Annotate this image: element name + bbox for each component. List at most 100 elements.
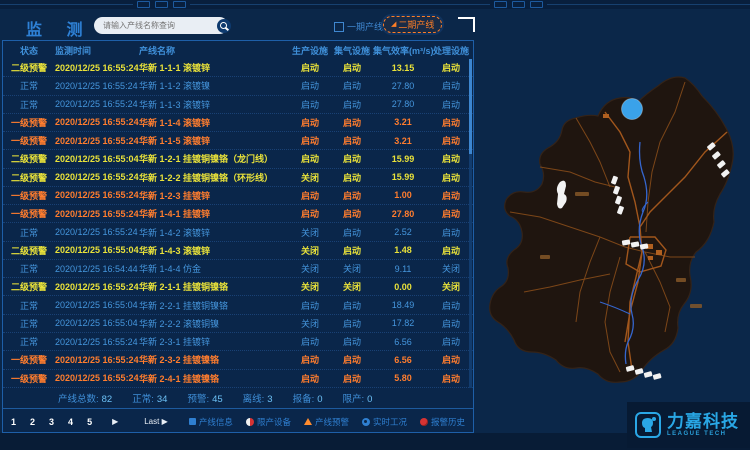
top-decoration-rects — [133, 1, 190, 8]
summary-label: 预警: — [187, 394, 209, 405]
table-row[interactable]: 二级预警2020/12/25 16:55:04华新 1-4-3 滚镀锌关闭启动1… — [3, 242, 473, 260]
cell-gas-collect: 启动 — [331, 134, 373, 147]
table-row[interactable]: 二级预警2020/12/25 16:55:24华新 1-1-1 滚镀锌启动启动1… — [3, 59, 473, 77]
district-map-svg — [480, 52, 748, 400]
summary-row: 产线总数:82正常:34预警:45离线:3报备:0限产:0 — [3, 388, 473, 408]
table-row[interactable]: 一级预警2020/12/25 16:55:24华新 2-3-2 挂镀镍铬启动启动… — [3, 351, 473, 369]
cell-time: 2020/12/25 16:55:24 — [55, 373, 139, 383]
cell-name: 华新 2-4-1 挂镀镍铬 — [139, 372, 289, 385]
table-row[interactable]: 正常2020/12/25 16:55:24华新 1-4-2 滚镀锌关闭启动2.5… — [3, 223, 473, 241]
cell-name: 华新 2-2-2 滚镀铜镍 — [139, 317, 289, 330]
page-button-3[interactable]: 3 — [49, 417, 54, 427]
table-row[interactable]: 正常2020/12/25 16:55:04华新 2-2-1 挂镀铜镍铬启动启动1… — [3, 296, 473, 314]
cell-treatment: 启动 — [433, 353, 469, 366]
legend-item-limit-circle[interactable]: 限产设备 — [246, 416, 291, 428]
brand-logo: 力嘉科技 LEAGUE TECH — [627, 402, 750, 448]
cell-efficiency: 6.56 — [373, 355, 433, 365]
table-row[interactable]: 正常2020/12/25 16:54:44华新 1-4-4 仿金关闭关闭9.11… — [3, 260, 473, 278]
cell-gas-collect: 启动 — [331, 372, 373, 385]
cell-production: 启动 — [289, 116, 331, 129]
cell-treatment: 关闭 — [433, 262, 469, 275]
table-row[interactable]: 一级预警2020/12/25 16:55:24华新 1-2-3 挂镀锌启动启动1… — [3, 187, 473, 205]
cell-status: 一级预警 — [3, 207, 55, 220]
phase2-filter-button[interactable]: ◢ 二期产线 — [383, 16, 442, 33]
cell-production: 启动 — [289, 207, 331, 220]
cell-status: 正常 — [3, 299, 55, 312]
cell-efficiency: 5.80 — [373, 373, 433, 383]
cell-efficiency: 27.80 — [373, 99, 433, 109]
table-row[interactable]: 正常2020/12/25 16:55:24华新 1-1-3 滚镀锌启动启动27.… — [3, 96, 473, 114]
cell-time: 2020/12/25 16:55:24 — [55, 81, 139, 91]
cell-time: 2020/12/25 16:55:04 — [55, 154, 139, 164]
cell-time: 2020/12/25 16:55:24 — [55, 282, 139, 292]
cell-status: 正常 — [3, 226, 55, 239]
table-row[interactable]: 二级预警2020/12/25 16:55:24华新 2-1-1 挂镀铜镍铬关闭关… — [3, 278, 473, 296]
cell-gas-collect: 启动 — [331, 116, 373, 129]
cell-treatment: 启动 — [433, 116, 469, 129]
table-row[interactable]: 一级预警2020/12/25 16:55:24华新 1-1-4 滚镀锌启动启动3… — [3, 114, 473, 132]
phase1-filter-checkbox[interactable]: 一期产线 — [334, 20, 383, 33]
cell-treatment: 启动 — [433, 171, 469, 184]
cell-efficiency: 1.48 — [373, 245, 433, 255]
cell-gas-collect: 启动 — [331, 189, 373, 202]
summary-item: 离线:3 — [243, 391, 273, 405]
table-row[interactable]: 一级预警2020/12/25 16:55:24华新 1-4-1 挂镀锌启动启动2… — [3, 205, 473, 223]
cell-gas-collect: 启动 — [331, 299, 373, 312]
cell-efficiency: 13.15 — [373, 63, 433, 73]
legend-label: 报警历史 — [431, 416, 465, 428]
table-row[interactable]: 二级预警2020/12/25 16:55:04华新 1-2-1 挂镀铜镍铬（龙门… — [3, 150, 473, 168]
cell-time: 2020/12/25 16:55:24 — [55, 117, 139, 127]
summary-value: 82 — [102, 394, 113, 405]
header-bar: 监 测 一期产线 ◢ 二期产线 — [0, 12, 480, 40]
table-header: 状态 监测时间 产线名称 生产设施 集气设施 集气效率(m³/s) 处理设施 — [3, 41, 473, 59]
table-row[interactable]: 正常2020/12/25 16:55:24华新 1-1-2 滚镀镍启动启动27.… — [3, 77, 473, 95]
page-button-5[interactable]: 5 — [87, 417, 92, 427]
cell-time: 2020/12/25 16:55:24 — [55, 209, 139, 219]
page-button-4[interactable]: 4 — [68, 417, 73, 427]
top-decoration-line — [0, 4, 750, 5]
table-row[interactable]: 正常2020/12/25 16:55:04华新 2-2-2 滚镀铜镍关闭启动17… — [3, 315, 473, 333]
search-box[interactable] — [94, 17, 228, 34]
cell-production: 启动 — [289, 98, 331, 111]
legend-item-info-square[interactable]: 产线信息 — [189, 416, 233, 428]
next-page-button[interactable]: ▶ — [106, 416, 124, 427]
cell-gas-collect: 启动 — [331, 61, 373, 74]
table-row[interactable]: 一级预警2020/12/25 16:55:24华新 2-4-1 挂镀镍铬启动启动… — [3, 370, 473, 388]
page-button-2[interactable]: 2 — [30, 417, 35, 427]
scrollbar-thumb[interactable] — [469, 59, 472, 154]
page-button-1[interactable]: 1 — [11, 417, 16, 427]
brand-subtitle: LEAGUE TECH — [667, 431, 739, 437]
table-scrollbar[interactable] — [469, 59, 472, 388]
cell-treatment: 启动 — [433, 134, 469, 147]
cell-time: 2020/12/25 16:55:24 — [55, 172, 139, 182]
legend-item-realtime[interactable]: 实时工况 — [362, 416, 407, 428]
summary-label: 正常: — [132, 394, 154, 405]
summary-label: 报备: — [293, 394, 315, 405]
cell-efficiency: 3.21 — [373, 117, 433, 127]
map-marker[interactable] — [622, 99, 643, 120]
last-page-button[interactable]: Last ▶ — [138, 416, 174, 427]
cell-status: 一级预警 — [3, 116, 55, 129]
cell-production: 启动 — [289, 79, 331, 92]
table-row[interactable]: 一级预警2020/12/25 16:55:24华新 1-1-5 滚镀锌启动启动3… — [3, 132, 473, 150]
cell-production: 启动 — [289, 189, 331, 202]
cell-gas-collect: 启动 — [331, 317, 373, 330]
legend-item-alarm-history[interactable]: 报警历史 — [420, 416, 465, 428]
summary-value: 45 — [212, 394, 223, 405]
table-row[interactable]: 正常2020/12/25 16:55:24华新 2-3-1 挂镀锌启动启动6.5… — [3, 333, 473, 351]
cell-efficiency: 2.52 — [373, 227, 433, 237]
pagination: 1 2 3 4 5 ▶ Last ▶ — [11, 416, 174, 427]
district-map[interactable] — [480, 52, 748, 400]
table-body: 二级预警2020/12/25 16:55:24华新 1-1-1 滚镀锌启动启动1… — [3, 59, 473, 388]
checkbox-icon[interactable] — [334, 22, 344, 32]
legend-item-warning-triangle[interactable]: 产线预警 — [304, 416, 349, 428]
table-row[interactable]: 二级预警2020/12/25 16:55:24华新 1-2-2 挂镀铜镍铬（环形… — [3, 169, 473, 187]
col-time: 监测时间 — [55, 44, 139, 57]
search-input[interactable] — [94, 21, 217, 30]
cell-treatment: 启动 — [433, 372, 469, 385]
cell-treatment: 启动 — [433, 299, 469, 312]
search-icon[interactable] — [217, 19, 231, 33]
cell-production: 启动 — [289, 353, 331, 366]
summary-item: 报备:0 — [293, 391, 323, 405]
summary-label: 离线: — [243, 394, 265, 405]
